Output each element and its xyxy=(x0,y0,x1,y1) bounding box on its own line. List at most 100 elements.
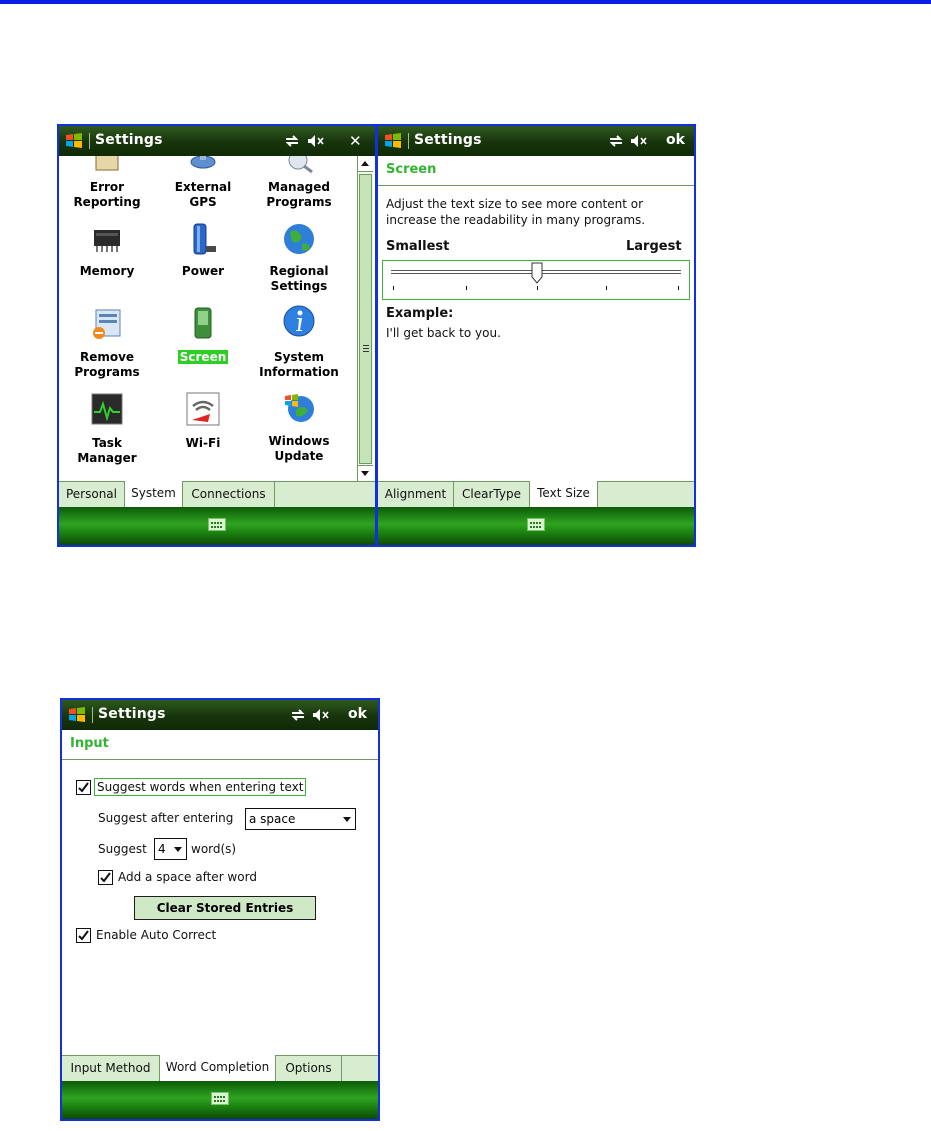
grid-label: Wi-Fi xyxy=(185,436,221,450)
suggest-label: Suggest xyxy=(98,842,147,856)
slider-max-label: Largest xyxy=(626,239,682,254)
device-frame-input-settings: Settings ok Input Suggest words when ent… xyxy=(60,698,380,1121)
grid-label: Regional Settings xyxy=(269,264,329,293)
bottom-menu-bar xyxy=(378,507,694,545)
keyboard-icon[interactable] xyxy=(208,518,226,531)
grid-item-task-manager[interactable]: Task Manager xyxy=(59,388,155,478)
connectivity-icon[interactable] xyxy=(290,708,306,722)
grid-label: Error Reporting xyxy=(73,180,141,209)
suggest-words-checkbox[interactable] xyxy=(76,780,91,795)
volume-muted-icon[interactable] xyxy=(307,134,325,148)
task-manager-icon xyxy=(91,393,123,425)
tab-options[interactable]: Options xyxy=(276,1056,342,1081)
grid-item-error-reporting[interactable]: Error Reporting xyxy=(59,156,155,216)
tab-bar: Personal System Connections xyxy=(59,481,375,508)
grid-item-memory[interactable]: Memory xyxy=(59,218,155,298)
grid-item-screen[interactable]: Screen xyxy=(155,302,251,384)
example-label: Example: xyxy=(386,306,454,321)
clear-stored-entries-button[interactable]: Clear Stored Entries xyxy=(134,896,316,920)
suggest-words-label[interactable]: Suggest words when entering text xyxy=(94,778,307,796)
memory-chip-icon xyxy=(94,230,120,252)
grid-item-power[interactable]: Power xyxy=(155,218,251,298)
grid-item-remove-programs[interactable]: Remove Programs xyxy=(59,302,155,384)
tab-bar: Input Method Word Completion Options xyxy=(62,1055,378,1082)
slider-tick xyxy=(466,286,467,290)
grid-item-external-gps[interactable]: External GPS xyxy=(155,156,251,216)
grid-label: Managed Programs xyxy=(266,180,332,209)
connectivity-icon[interactable] xyxy=(284,134,300,148)
check-icon xyxy=(100,872,111,883)
scroll-down-arrow[interactable] xyxy=(358,465,373,481)
window-title: Settings xyxy=(98,706,166,722)
keyboard-icon[interactable] xyxy=(527,518,545,531)
ok-button[interactable]: ok xyxy=(348,706,367,722)
suggest-after-value: a space xyxy=(249,812,296,826)
slider-min-label: Smallest xyxy=(386,239,450,254)
add-space-checkbox[interactable] xyxy=(98,870,113,885)
slider-tick xyxy=(537,286,538,290)
tab-system[interactable]: System xyxy=(125,481,183,507)
tab-word-completion[interactable]: Word Completion xyxy=(160,1055,276,1081)
text-size-slider[interactable] xyxy=(382,260,690,300)
top-border-line xyxy=(0,0,931,4)
words-label: word(s) xyxy=(191,842,237,856)
windows-start-icon[interactable] xyxy=(384,132,402,150)
volume-muted-icon[interactable] xyxy=(312,708,330,722)
satellite-icon xyxy=(190,156,216,169)
example-text: I'll get back to you. xyxy=(386,326,501,340)
vertical-scrollbar[interactable] xyxy=(357,156,373,481)
chevron-down-icon xyxy=(343,817,351,822)
grid-label: Windows Update xyxy=(268,434,330,463)
title-bar: Settings ok xyxy=(378,126,694,156)
tab-bar: Alignment ClearType Text Size xyxy=(378,481,694,508)
tab-text-size[interactable]: Text Size xyxy=(530,481,598,507)
grid-item-windows-update[interactable]: Windows Update xyxy=(251,388,347,478)
heading-text: Screen xyxy=(386,162,437,177)
grid-item-managed-programs[interactable]: Managed Programs xyxy=(251,156,347,216)
suggest-after-dropdown[interactable]: a space xyxy=(245,808,356,830)
auto-correct-label[interactable]: Enable Auto Correct xyxy=(96,928,216,942)
keyboard-icon[interactable] xyxy=(211,1092,229,1105)
system-settings-screen: Settings ✕ Error Reporting External GPS xyxy=(59,126,375,545)
tab-connections[interactable]: Connections xyxy=(183,482,275,507)
suggest-count-dropdown[interactable]: 4 xyxy=(154,838,187,860)
remove-programs-icon xyxy=(93,309,121,339)
volume-muted-icon[interactable] xyxy=(630,134,648,148)
grid-label: Memory xyxy=(79,264,135,278)
close-button[interactable]: ✕ xyxy=(349,132,362,150)
chevron-down-icon xyxy=(174,847,182,852)
info-icon xyxy=(283,305,315,337)
description-text: Adjust the text size to see more content… xyxy=(386,197,646,227)
device-frame-screen-settings: Settings ok Screen Adjust the text size … xyxy=(376,124,696,547)
title-bar: Settings ok xyxy=(62,700,378,730)
windows-start-icon[interactable] xyxy=(65,132,83,150)
windows-start-icon[interactable] xyxy=(68,706,86,724)
slider-tick xyxy=(393,286,394,290)
grid-item-system-information[interactable]: System Information xyxy=(251,302,347,384)
scroll-up-arrow[interactable] xyxy=(358,156,373,172)
grid-label-selected: Screen xyxy=(177,350,229,364)
tab-input-method[interactable]: Input Method xyxy=(62,1056,160,1081)
bottom-menu-bar xyxy=(62,1081,378,1119)
device-frame-system-settings: Settings ✕ Error Reporting External GPS xyxy=(57,124,377,547)
suggest-after-label: Suggest after entering xyxy=(98,811,234,825)
slider-thumb[interactable] xyxy=(531,262,543,284)
grid-item-wi-fi[interactable]: Wi-Fi xyxy=(155,388,251,478)
bottom-menu-bar xyxy=(59,507,375,545)
scroll-thumb[interactable] xyxy=(359,174,372,464)
title-separator xyxy=(408,133,409,149)
connectivity-icon[interactable] xyxy=(608,134,624,148)
suggest-count-value: 4 xyxy=(158,842,166,856)
check-icon xyxy=(78,782,89,793)
tab-personal[interactable]: Personal xyxy=(59,482,125,507)
screen-device-icon xyxy=(194,307,212,339)
tab-cleartype[interactable]: ClearType xyxy=(454,482,530,507)
auto-correct-checkbox[interactable] xyxy=(76,928,91,943)
ok-button[interactable]: ok xyxy=(666,132,685,148)
add-space-label[interactable]: Add a space after word xyxy=(118,870,257,884)
tab-alignment[interactable]: Alignment xyxy=(378,482,454,507)
managed-programs-icon xyxy=(288,156,313,174)
grid-item-regional-settings[interactable]: Regional Settings xyxy=(251,218,347,298)
grid-label: Power xyxy=(181,264,225,278)
heading-text: Input xyxy=(70,736,109,751)
